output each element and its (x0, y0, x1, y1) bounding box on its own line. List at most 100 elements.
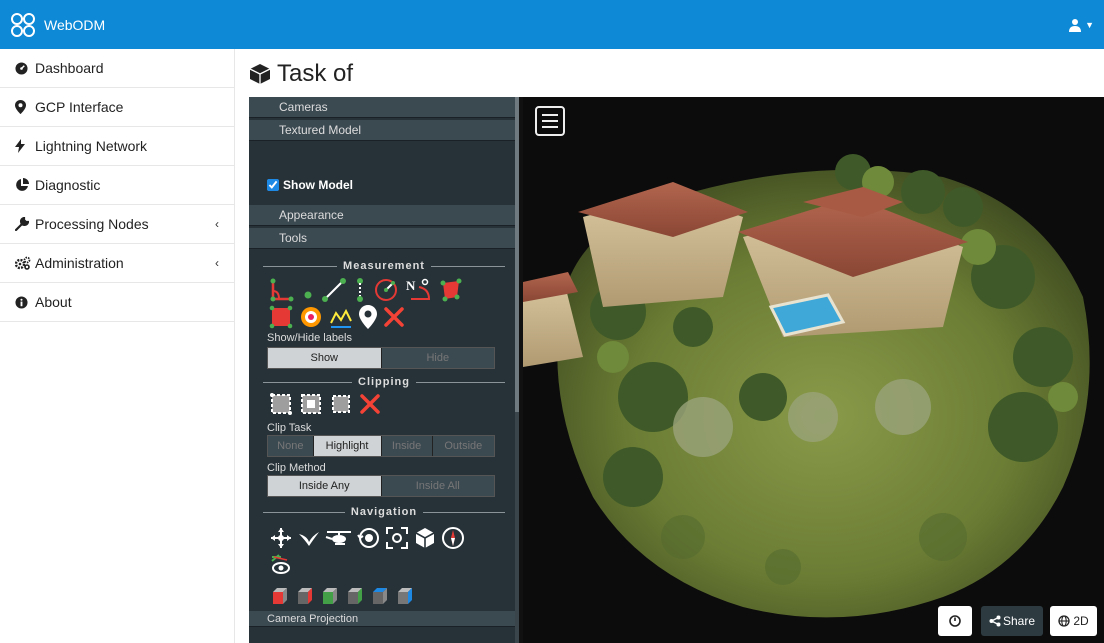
sphere-volume-icon[interactable] (299, 305, 323, 329)
sidebar-item-label: Administration (35, 255, 124, 271)
remove-measurements-icon[interactable] (383, 305, 405, 329)
section-appearance[interactable]: Appearance (249, 205, 519, 226)
3d-view-icon[interactable] (413, 526, 437, 550)
user-menu-button[interactable]: ▼ (1068, 18, 1094, 32)
sidebar-item-label: Lightning Network (35, 138, 148, 154)
focus-control-icon[interactable] (385, 526, 409, 550)
section-cameras[interactable]: Cameras (249, 97, 519, 118)
info-icon (15, 295, 31, 309)
clip-task-inside-button[interactable]: Inside (380, 436, 432, 456)
clip-method-label: Clip Method (267, 462, 326, 474)
show-model-toggle[interactable]: Show Model (249, 143, 519, 205)
section-camera-projection[interactable]: Camera Projection (249, 611, 519, 627)
remove-clipping-icon[interactable] (359, 392, 381, 416)
show-hide-labels-group: Show Hide (267, 347, 495, 369)
view-right-icon[interactable] (294, 586, 314, 606)
caret-down-icon: ▼ (1085, 19, 1094, 30)
sidebar-item-label: Diagnostic (35, 177, 101, 193)
section-textured-model[interactable]: Textured Model (249, 120, 519, 141)
share-icon (989, 615, 1001, 627)
volume-measure-icon[interactable] (269, 305, 293, 329)
area-measure-icon[interactable] (439, 277, 463, 303)
sidebar-item-lightning-network[interactable]: Lightning Network (0, 127, 234, 166)
sidebar-item-label: GCP Interface (35, 99, 124, 115)
show-model-checkbox[interactable] (267, 179, 279, 191)
clip-box-icon[interactable] (329, 392, 353, 416)
view-2d-button[interactable]: 2D (1050, 606, 1097, 636)
measurement-tools-row-1: N (249, 273, 519, 303)
clip-task-none-button[interactable]: None (268, 436, 313, 456)
app-title: WebODM (44, 16, 106, 33)
clip-task-highlight-button[interactable]: Highlight (312, 436, 381, 456)
view-2d-label: 2D (1073, 614, 1089, 628)
textured-model-render (523, 154, 1090, 618)
chevron-left-icon: ‹ (215, 217, 219, 231)
height-measure-icon[interactable] (353, 277, 367, 303)
wrench-icon (15, 217, 31, 231)
bolt-icon (15, 139, 31, 153)
cube-icon (249, 64, 271, 84)
hide-labels-button[interactable]: Hide (380, 348, 494, 368)
earth-control-icon[interactable] (269, 526, 293, 550)
section-tools[interactable]: Tools (249, 228, 519, 249)
view-bottom-icon[interactable] (394, 586, 414, 606)
clip-method-inside-all-button[interactable]: Inside All (380, 476, 494, 496)
sidebar: Dashboard GCP Interface Lightning Networ… (0, 49, 235, 643)
map-marker-icon (15, 100, 31, 114)
scrollbar-thumb[interactable] (515, 97, 519, 412)
navigation-tools-row-1 (249, 519, 519, 551)
top-navbar: WebODM ▼ (0, 0, 1104, 49)
measurement-title: Measurement (343, 260, 425, 272)
view-top-icon[interactable] (369, 586, 389, 606)
clipping-title: Clipping (358, 376, 410, 388)
clip-task-group: None Highlight Inside Outside (267, 435, 495, 457)
azimuth-measure-icon[interactable]: N (405, 277, 433, 303)
annotation-icon[interactable] (359, 305, 377, 329)
sidebar-item-dashboard[interactable]: Dashboard (0, 49, 234, 88)
globe-icon (1058, 615, 1070, 627)
webodm-logo-icon (11, 12, 35, 37)
height-profile-icon[interactable] (329, 305, 353, 329)
view-front-icon[interactable] (319, 586, 339, 606)
sidebar-item-diagnostic[interactable]: Diagnostic (0, 166, 234, 205)
navigation-divider: Navigation (249, 505, 519, 519)
orbit-control-icon[interactable] (357, 526, 381, 550)
menu-line (542, 120, 558, 122)
show-model-label: Show Model (283, 178, 353, 192)
page-title-text: Task of (277, 60, 354, 87)
clip-task-outside-button[interactable]: Outside (431, 436, 494, 456)
clip-polygon-icon[interactable] (269, 392, 293, 416)
angle-measure-icon[interactable] (269, 277, 295, 303)
distance-measure-icon[interactable] (321, 277, 347, 303)
point-measure-icon[interactable] (301, 277, 315, 303)
sidebar-item-about[interactable]: About (0, 283, 234, 322)
sidebar-item-processing-nodes[interactable]: Processing Nodes ‹ (0, 205, 234, 244)
view-presets-row (249, 579, 519, 609)
3d-model-canvas[interactable] (523, 97, 1104, 643)
fly-control-icon[interactable] (297, 526, 321, 550)
camera-animation-icon[interactable] (269, 553, 293, 577)
sidebar-item-gcp-interface[interactable]: GCP Interface (0, 88, 234, 127)
show-labels-button[interactable]: Show (268, 348, 381, 368)
clip-volume-icon[interactable] (299, 392, 323, 416)
user-icon (1069, 18, 1082, 32)
camera-reset-button[interactable] (938, 606, 972, 636)
potree-menu-button[interactable] (535, 106, 565, 136)
panel-scrollbar[interactable] (515, 97, 519, 643)
clipping-divider: Clipping (249, 375, 519, 389)
clip-task-label: Clip Task (267, 422, 312, 434)
brand[interactable]: WebODM (10, 12, 105, 38)
circle-measure-icon[interactable] (373, 277, 399, 303)
share-button[interactable]: Share (981, 606, 1043, 636)
page-title: Task of (249, 60, 353, 88)
sidebar-item-administration[interactable]: Administration ‹ (0, 244, 234, 283)
helicopter-control-icon[interactable] (325, 526, 353, 550)
view-back-icon[interactable] (344, 586, 364, 606)
potree-viewer: Cameras Textured Model Show Model Appear… (249, 97, 1104, 643)
clip-method-inside-any-button[interactable]: Inside Any (268, 476, 381, 496)
view-left-icon[interactable] (269, 586, 289, 606)
sidebar-item-label: About (35, 294, 72, 310)
compass-icon[interactable] (441, 526, 465, 550)
dashboard-icon (15, 61, 31, 75)
sidebar-item-label: Dashboard (35, 60, 104, 76)
